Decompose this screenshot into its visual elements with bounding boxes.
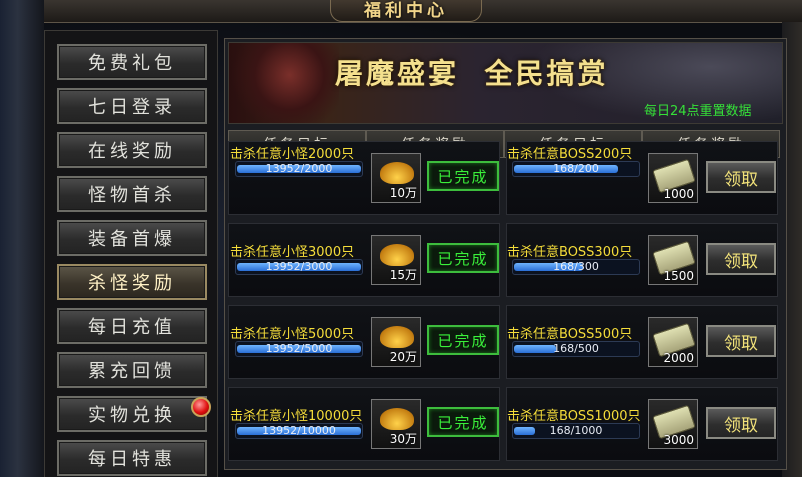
sidebar-item-label: 装备首爆 (88, 229, 176, 250)
banner-character-art (229, 43, 339, 123)
left-task-label: 击杀任意小怪3000只 (230, 245, 355, 260)
right-progress-bar: 168/1000 (512, 423, 640, 439)
progress-text: 13952/5000 (265, 342, 333, 355)
sidebar-item-label: 每日充值 (88, 317, 176, 338)
window-title: 福利中心 (364, 0, 448, 21)
sidebar-item-cumulative-recharge[interactable]: 累充回馈 (57, 352, 207, 388)
sidebar-item-label: 每日特惠 (88, 449, 176, 470)
reward-slot[interactable]: 15万 (371, 235, 421, 285)
gold-ingot-icon (380, 326, 414, 348)
reward-slot[interactable]: 1000 (648, 153, 698, 203)
sidebar-item-seven-day-login[interactable]: 七日登录 (57, 88, 207, 124)
left-progress-bar: 13952/5000 (235, 341, 363, 357)
reward-slot[interactable]: 1500 (648, 235, 698, 285)
progress-text: 168/500 (553, 342, 599, 355)
reward-slot[interactable]: 2000 (648, 317, 698, 367)
notification-dot-icon (191, 397, 211, 417)
table-row: 击杀任意小怪3000只 13952/3000 15万 已完成 击杀任意BOSS300只 1… (228, 223, 781, 297)
completed-badge: 已完成 (427, 161, 499, 191)
sidebar-item-label: 怪物首杀 (88, 185, 176, 206)
reward-quantity: 3000 (663, 433, 694, 447)
sidebar-item-free-gift[interactable]: 免费礼包 (57, 44, 207, 80)
right-progress-bar: 168/500 (512, 341, 640, 357)
sidebar-item-label: 累充回馈 (88, 361, 176, 382)
reward-quantity: 15万 (389, 268, 417, 282)
title-plate: 福利中心 (330, 0, 482, 22)
sidebar-item-label: 免费礼包 (88, 53, 176, 74)
claim-button[interactable]: 领取 (706, 407, 776, 439)
reward-quantity: 2000 (663, 351, 694, 365)
right-task-label: 击杀任意BOSS200只 (507, 147, 633, 162)
reset-note: 每日24点重置数据 (644, 104, 752, 119)
sidebar-item-physical-exchange[interactable]: 实物兑换 (57, 396, 207, 432)
left-decorative-border (0, 0, 44, 477)
reward-quantity: 1000 (663, 187, 694, 201)
left-task-label: 击杀任意小怪10000只 (230, 409, 363, 424)
right-task-label: 击杀任意BOSS500只 (507, 327, 633, 342)
left-progress-bar: 13952/10000 (235, 423, 363, 439)
sidebar-item-monster-first-kill[interactable]: 怪物首杀 (57, 176, 207, 212)
banner-title: 屠魔盛宴 全民搞赏 (335, 57, 609, 90)
right-progress-bar: 168/200 (512, 161, 640, 177)
claim-button[interactable]: 领取 (706, 243, 776, 275)
progress-text: 13952/3000 (265, 260, 333, 273)
sidebar-item-daily-recharge[interactable]: 每日充值 (57, 308, 207, 344)
completed-badge: 已完成 (427, 407, 499, 437)
sidebar-item-kill-reward[interactable]: 杀怪奖励 (57, 264, 207, 300)
right-progress-bar: 168/300 (512, 259, 640, 275)
claim-button[interactable]: 领取 (706, 161, 776, 193)
sidebar-item-daily-deals[interactable]: 每日特惠 (57, 440, 207, 476)
left-progress-bar: 13952/2000 (235, 161, 363, 177)
left-task-label: 击杀任意小怪5000只 (230, 327, 355, 342)
table-row: 击杀任意小怪2000只 13952/2000 10万 已完成 击杀任意BOSS200只 1… (228, 141, 781, 215)
sidebar-item-label: 实物兑换 (88, 405, 176, 426)
sidebar-item-label: 七日登录 (88, 97, 176, 118)
progress-text: 168/200 (553, 162, 599, 175)
completed-badge: 已完成 (427, 243, 499, 273)
progress-text: 13952/10000 (262, 424, 336, 437)
progress-text: 13952/2000 (265, 162, 333, 175)
reward-slot[interactable]: 3000 (648, 399, 698, 449)
claim-button[interactable]: 领取 (706, 325, 776, 357)
completed-badge: 已完成 (427, 325, 499, 355)
right-task-label: 击杀任意BOSS1000只 (507, 409, 641, 424)
reward-quantity: 10万 (389, 186, 417, 200)
gold-ingot-icon (380, 244, 414, 266)
gold-ingot-icon (380, 162, 414, 184)
table-row: 击杀任意小怪10000只 13952/10000 30万 已完成 击杀任意BOSS100… (228, 387, 781, 461)
welfare-center-window: 福利中心 免费礼包 七日登录 在线奖励 怪物首杀 装备首爆 杀怪奖励 每日充值 … (0, 0, 802, 477)
reward-quantity: 20万 (389, 350, 417, 364)
sidebar-item-label: 杀怪奖励 (88, 273, 176, 294)
right-task-label: 击杀任意BOSS300只 (507, 245, 633, 260)
progress-text: 168/300 (553, 260, 599, 273)
reward-quantity: 1500 (663, 269, 694, 283)
gold-ingot-icon (380, 408, 414, 430)
reward-slot[interactable]: 10万 (371, 153, 421, 203)
left-progress-bar: 13952/3000 (235, 259, 363, 275)
table-row: 击杀任意小怪5000只 13952/5000 20万 已完成 击杀任意BOSS500只 1… (228, 305, 781, 379)
reward-quantity: 30万 (389, 432, 417, 446)
left-task-label: 击杀任意小怪2000只 (230, 147, 355, 162)
sidebar-item-online-reward[interactable]: 在线奖励 (57, 132, 207, 168)
reward-slot[interactable]: 20万 (371, 317, 421, 367)
sidebar-item-equipment-first-drop[interactable]: 装备首爆 (57, 220, 207, 256)
sidebar-item-label: 在线奖励 (88, 141, 176, 162)
progress-text: 168/1000 (549, 424, 603, 437)
reward-slot[interactable]: 30万 (371, 399, 421, 449)
